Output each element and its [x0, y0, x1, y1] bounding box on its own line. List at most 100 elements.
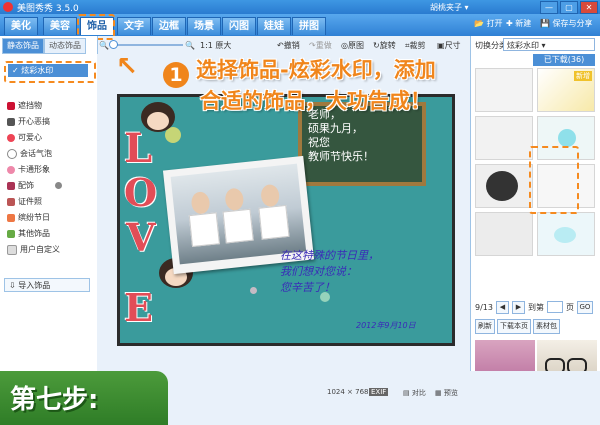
open-label: 打开	[486, 19, 503, 28]
user-menu[interactable]: 胡桃夹子 ▾	[430, 2, 469, 13]
crop-label: 裁剪	[409, 41, 426, 50]
preview-button[interactable]: ▦ 预览	[435, 388, 458, 398]
image-toolbar: 🔍 🔍 1:1 原大 ↶撤销 ↷重做 ◎原图 ↻旋转 ⌗裁剪 ▣尺寸	[97, 36, 467, 54]
blessing-text: 在这特殊的节日里， 我们想对您说： 您辛苦了！	[280, 248, 379, 296]
zoom-out-icon[interactable]: 🔍	[99, 40, 109, 51]
undo-button[interactable]: ↶撤销	[277, 40, 300, 51]
open-button[interactable]: 📂 打开	[474, 17, 503, 30]
tab-beautify[interactable]: 美化	[4, 17, 38, 35]
zoom-slider[interactable]	[111, 44, 183, 46]
decor-dot	[250, 287, 257, 294]
new-button[interactable]: ✚ 新建	[506, 17, 531, 30]
minimize-button[interactable]: —	[540, 1, 558, 14]
category-label: 证件照	[18, 197, 42, 206]
app-title: 美图秀秀 3.5.0	[17, 4, 79, 14]
zoom-slider-handle[interactable]	[109, 40, 118, 49]
maximize-button[interactable]: ▢	[560, 1, 578, 14]
redo-label: 重做	[315, 41, 332, 50]
tab-static-stickers[interactable]: 静态饰品	[2, 38, 44, 54]
download-page-button[interactable]: 下载本页	[497, 319, 531, 334]
window-controls: — ▢ ✕	[540, 1, 598, 14]
crop-button[interactable]: ⌗裁剪	[405, 40, 426, 51]
callout-arrow-icon: ↖	[116, 52, 138, 82]
delete-icon[interactable]	[55, 182, 62, 189]
category-select[interactable]: 炫彩水印 ▾	[503, 38, 595, 51]
tab-scene[interactable]: 场景	[187, 17, 221, 35]
rotate-button[interactable]: ↻旋转	[373, 40, 396, 51]
tab-collage[interactable]: 拼图	[292, 17, 326, 35]
go-button[interactable]: GO	[576, 300, 593, 314]
next-page-button[interactable]: ▶	[511, 300, 525, 314]
sticker-actions: 刷新 下载本页 素材包	[475, 319, 597, 334]
downloaded-tab[interactable]: 已下载(36)	[533, 54, 595, 66]
refresh-button[interactable]: 刷新	[475, 319, 495, 334]
category-label: 其他饰品	[18, 229, 50, 238]
bubble-sticker-icon	[558, 129, 576, 147]
sticker-thumb[interactable]	[475, 212, 533, 256]
category-id-photo[interactable]: 证件照	[7, 195, 42, 208]
image-size: 1024 × 768	[327, 388, 369, 396]
material-pack-button[interactable]: 素材包	[533, 319, 560, 334]
category-other[interactable]: 其他饰品	[7, 227, 50, 240]
category-festival[interactable]: 缤纷节日	[7, 211, 50, 224]
import-sticker-button[interactable]: ⇩ 导入饰品	[4, 278, 90, 292]
category-cover[interactable]: 遮挡物	[7, 99, 42, 112]
category-prank[interactable]: 开心恶搞	[7, 115, 50, 128]
step-number: 1	[163, 62, 189, 88]
page-input[interactable]	[546, 301, 563, 313]
status-bar: 1024 × 768 EXIF ▤ 对比 ▦ 预览	[97, 371, 600, 425]
original-button[interactable]: ◎原图	[341, 40, 364, 51]
compare-button[interactable]: ▤ 对比	[403, 388, 426, 398]
category-ornament[interactable]: 配饰	[7, 179, 62, 192]
custom-icon	[7, 244, 17, 255]
ornament-icon	[7, 181, 15, 190]
bubble-icon	[7, 148, 17, 159]
sticker-thumb[interactable]: 新增	[537, 68, 595, 112]
prev-page-button[interactable]: ◀	[495, 300, 509, 314]
student-face	[260, 183, 281, 208]
original-label: 原图	[347, 41, 364, 50]
goto-prefix: 到第	[527, 302, 544, 312]
callout-line-2: 合适的饰品，大功告成！	[200, 89, 431, 113]
save-share-label: 保存与分享	[552, 19, 593, 28]
category-label: 卡通形象	[18, 165, 50, 174]
cover-icon	[7, 101, 15, 110]
category-cartoon[interactable]: 卡通形象	[7, 163, 50, 176]
exif-button[interactable]: EXIF	[369, 388, 389, 396]
sticker-type-tabs: 静态饰品 动态饰品	[2, 38, 86, 54]
zoom-in-icon[interactable]: 🔍	[185, 40, 195, 51]
sticker-thumb[interactable]	[475, 164, 533, 208]
blessing-line: 我们想对您说：	[280, 265, 357, 278]
redo-button[interactable]: ↷重做	[309, 40, 332, 51]
chalkboard-line: 教师节快乐！	[308, 150, 374, 163]
prank-icon	[7, 117, 15, 126]
tab-text[interactable]: 文字	[117, 17, 151, 35]
resize-label: 尺寸	[444, 41, 461, 50]
category-label: 缤纷节日	[18, 213, 50, 222]
category-speech-bubble[interactable]: 会话气泡	[7, 147, 52, 160]
category-hearts[interactable]: 可爱心	[7, 131, 42, 144]
tab-doll[interactable]: 娃娃	[257, 17, 291, 35]
date-signature: 2012年9月10日	[356, 321, 416, 330]
close-button[interactable]: ✕	[580, 1, 598, 14]
goto-suffix: 页	[565, 302, 574, 312]
tab-flash[interactable]: 闪图	[222, 17, 256, 35]
student-shirt	[258, 204, 290, 240]
compare-label: 对比	[411, 389, 426, 397]
callout-line-1: 选择饰品-炫彩水印，添加	[196, 58, 436, 82]
category-custom[interactable]: 用户自定义	[7, 243, 60, 256]
sticker-thumb[interactable]	[475, 68, 533, 112]
blessing-line: 在这特殊的节日里，	[280, 249, 379, 262]
festival-icon	[7, 213, 15, 222]
actual-size-button[interactable]: 1:1 原大	[200, 40, 231, 51]
sticker-thumb[interactable]	[537, 212, 595, 256]
tab-animated-stickers[interactable]: 动态饰品	[44, 38, 86, 54]
sticker-thumb[interactable]	[475, 116, 533, 160]
student-shirt	[188, 212, 220, 248]
resize-button[interactable]: ▣尺寸	[437, 40, 461, 51]
save-share-button[interactable]: 💾 保存与分享	[540, 17, 593, 30]
love-letter-o: O	[124, 170, 158, 215]
heart-icon	[7, 133, 15, 142]
tab-frame[interactable]: 边框	[152, 17, 186, 35]
tab-face[interactable]: 美容	[43, 17, 77, 35]
